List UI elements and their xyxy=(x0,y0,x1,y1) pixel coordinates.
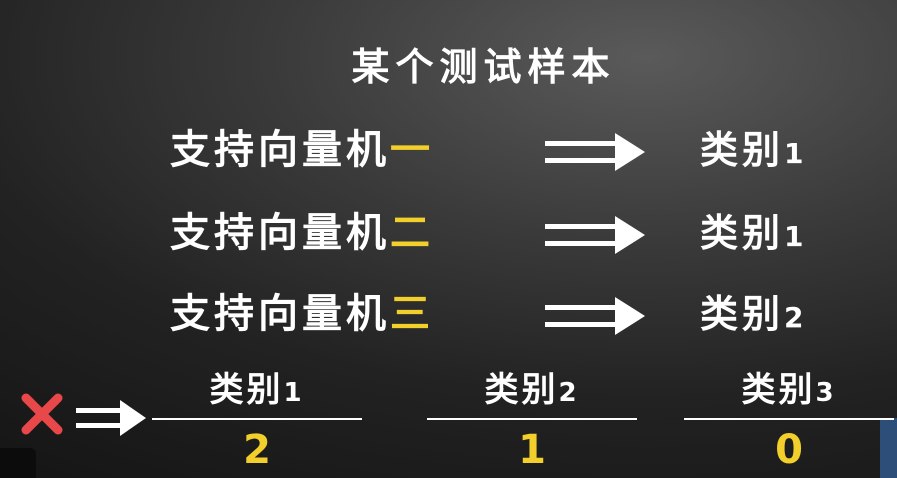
double-arrow-right-icon xyxy=(76,400,146,436)
tally-column-3: 类别3 0 xyxy=(684,364,894,474)
tally-label-number: 2 xyxy=(558,378,580,408)
tally-divider xyxy=(427,418,637,420)
tally-label-text: 类别 xyxy=(741,370,816,410)
result-label: 类别 xyxy=(700,292,785,336)
tally-column-1: 类别1 2 xyxy=(152,364,362,474)
svm-label-3: 支持向量机三 xyxy=(170,284,434,344)
result-number: 1 xyxy=(784,137,808,170)
tally-label-number: 3 xyxy=(815,378,837,408)
tally-divider xyxy=(152,418,362,420)
result-3: 类别2 xyxy=(700,284,808,348)
result-label: 类别 xyxy=(700,211,785,255)
tally-label-text: 类别 xyxy=(209,370,284,410)
svm-name: 支持向量机 xyxy=(170,210,390,256)
double-arrow-right-icon xyxy=(545,216,645,254)
svm-number: 三 xyxy=(390,291,434,337)
result-label: 类别 xyxy=(700,128,785,172)
svm-row-2: 支持向量机二 类别1 xyxy=(0,203,897,263)
x-icon xyxy=(21,393,63,435)
result-1: 类别1 xyxy=(700,120,808,184)
tally-label-number: 1 xyxy=(283,378,305,408)
svm-number: 一 xyxy=(390,127,434,173)
tally-label: 类别2 xyxy=(427,364,637,416)
svm-label-1: 支持向量机一 xyxy=(170,120,434,180)
svm-name: 支持向量机 xyxy=(170,291,390,337)
svm-row-1: 支持向量机一 类别1 xyxy=(0,120,897,180)
tally-label: 类别1 xyxy=(152,364,362,416)
corner-shadow xyxy=(0,448,36,478)
double-arrow-right-icon xyxy=(545,133,645,171)
tally-column-2: 类别2 1 xyxy=(427,364,637,474)
tally-divider xyxy=(684,418,894,420)
tally-count: 1 xyxy=(518,427,546,473)
result-2: 类别1 xyxy=(700,203,808,267)
svm-number: 二 xyxy=(390,210,434,256)
svm-label-2: 支持向量机二 xyxy=(170,203,434,263)
result-number: 1 xyxy=(784,220,808,253)
tally-count: 0 xyxy=(775,427,803,473)
tally-label: 类别3 xyxy=(684,364,894,416)
svm-row-3: 支持向量机三 类别2 xyxy=(0,284,897,344)
svm-name: 支持向量机 xyxy=(170,127,390,173)
double-arrow-right-icon xyxy=(545,297,645,335)
diagram-title: 某个测试样本 xyxy=(351,45,616,89)
result-number: 2 xyxy=(784,301,808,334)
tally-label-text: 类别 xyxy=(484,370,559,410)
tally-count: 2 xyxy=(243,427,271,473)
